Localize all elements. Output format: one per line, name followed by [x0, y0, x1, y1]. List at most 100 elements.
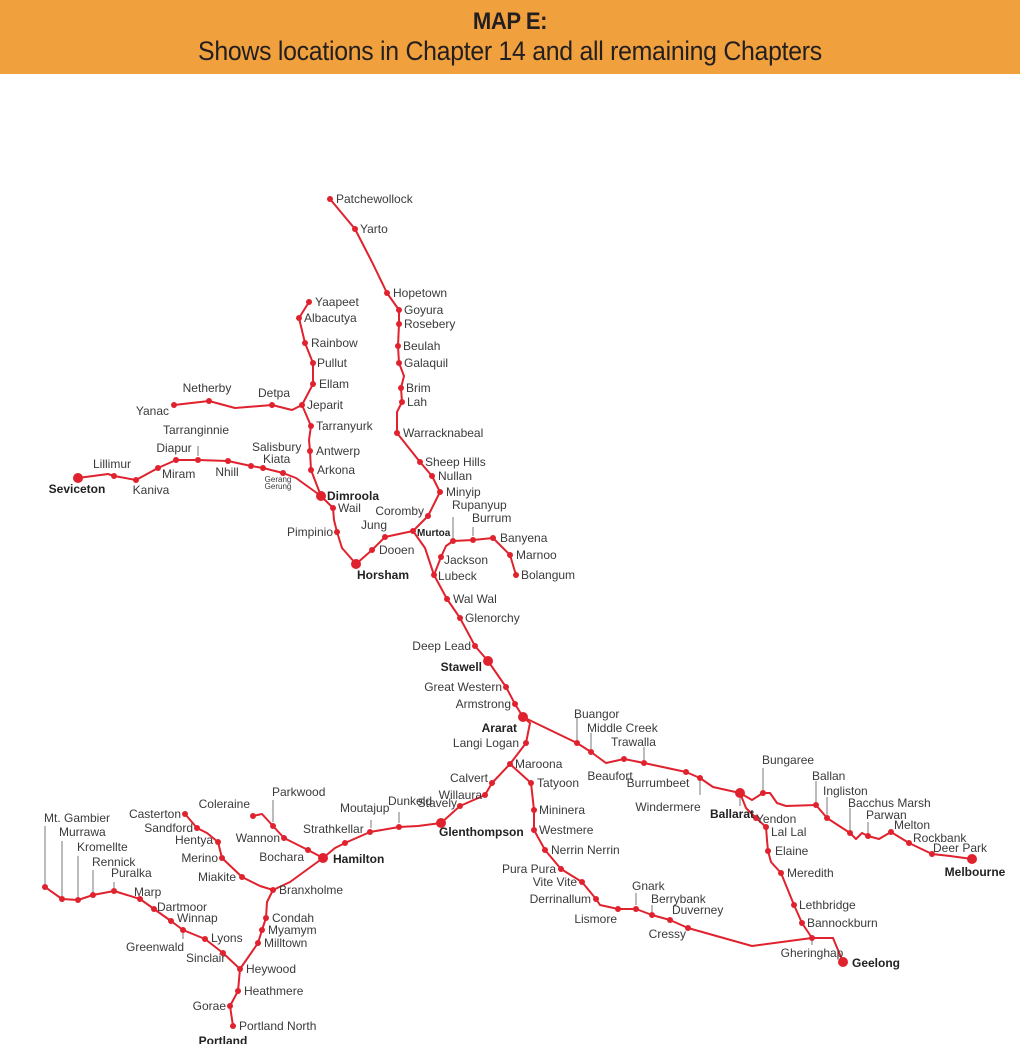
station-label: Kromellte [77, 840, 128, 854]
station-marker-miakite [239, 874, 245, 880]
station-label: Deer Park [933, 841, 988, 855]
station-marker-sandford [194, 825, 200, 831]
station-marker-yaapeet [306, 299, 312, 305]
station-marker-dooen [369, 547, 375, 553]
station-label: Beulah [403, 339, 440, 353]
station-label: Heywood [246, 962, 296, 976]
station-marker-mininera [531, 807, 537, 813]
major-town-label: Geelong [852, 956, 900, 970]
major-town-label: Melbourne [945, 865, 1006, 879]
station-marker-stawell [483, 656, 493, 666]
station-marker-rennick [90, 892, 96, 898]
station-marker-arkona [308, 467, 314, 473]
station-label: Heathmere [244, 984, 304, 998]
station-marker-minyip [437, 489, 443, 495]
station-label: Greenwald [126, 940, 184, 954]
station-label: Pullut [317, 356, 348, 370]
station-marker-hamilton [318, 853, 328, 863]
station-marker-dunkeld [396, 824, 402, 830]
major-town-label: Stawell [441, 660, 482, 674]
station-marker-antwerp [307, 448, 313, 454]
station-marker-meredith [778, 870, 784, 876]
station-label: Yarto [360, 222, 388, 236]
station-label: Hopetown [393, 286, 447, 300]
station-marker-buangor [574, 740, 580, 746]
station-label: Minyip [446, 485, 481, 499]
station-marker-westmere [531, 827, 537, 833]
station-marker-bolangum [513, 572, 519, 578]
station-marker-deeplead [472, 643, 478, 649]
station-marker-berrybank [649, 912, 655, 918]
station-marker-jeparit [299, 402, 305, 408]
station-label: Lal Lal [771, 825, 806, 839]
station-marker-willaura [482, 792, 488, 798]
station-label: Patchewollock [336, 192, 414, 206]
station-label: Cressy [649, 927, 686, 941]
station-marker-netherby [206, 398, 212, 404]
station-marker-wannon [281, 835, 287, 841]
station-marker-rockbank [906, 840, 912, 846]
station-marker-mtgambier [42, 884, 48, 890]
station-marker-goyura [396, 307, 402, 313]
station-marker-brim [398, 385, 404, 391]
station-marker-beaufort [621, 756, 627, 762]
station-marker-hopetown [384, 290, 390, 296]
station-label: Meredith [787, 866, 834, 880]
major-town-label: Hamilton [333, 852, 384, 866]
station-marker-bannockburn [799, 920, 805, 926]
station-label: Gheringhap [781, 946, 844, 960]
station-label: Hentya [175, 833, 213, 847]
station-marker-lyons [202, 936, 208, 942]
station-label: Kaniva [133, 483, 170, 497]
station-label: Lethbridge [799, 898, 856, 912]
station-label: Burrum [472, 511, 511, 525]
station-label: Brim [406, 381, 431, 395]
station-marker-ballarat [735, 788, 745, 798]
station-label: Jeparit [307, 398, 344, 412]
station-label: Calvert [450, 771, 489, 785]
station-marker-corombly [425, 513, 431, 519]
station-marker-rosebery [396, 321, 402, 327]
station-label: Deep Lead [412, 639, 471, 653]
station-marker-myamym [259, 927, 265, 933]
station-marker-milltown [255, 940, 261, 946]
station-marker-gheringhap [809, 935, 815, 941]
station-marker-miram [155, 465, 161, 471]
station-label: Arkona [317, 463, 355, 477]
station-marker-marnoo [507, 552, 513, 558]
station-label: Merino [181, 851, 218, 865]
station-label: Buangor [574, 707, 619, 721]
station-label: Puralka [111, 866, 152, 880]
station-label: Diapur [156, 441, 191, 455]
station-label: Burrumbeet [627, 776, 690, 790]
station-marker-windermere [697, 775, 703, 781]
station-label: Miakite [198, 870, 236, 884]
station-label: Glenorchy [465, 611, 520, 625]
station-marker-pimpinio [334, 529, 340, 535]
station-label: Myamym [268, 923, 317, 937]
station-label: Pura Pura [502, 862, 556, 876]
station-label: Moutajup [340, 801, 390, 815]
station-marker-pullut [310, 360, 316, 366]
station-marker-burrumbeet [683, 769, 689, 775]
station-marker-nullan [429, 473, 435, 479]
station-label: Wail [338, 501, 361, 515]
station-label: Gorae [193, 999, 227, 1013]
rail-line [173, 400, 303, 411]
station-marker-albacutya [296, 315, 302, 321]
station-marker-moutajup [367, 829, 373, 835]
station-marker-gnark [633, 906, 639, 912]
rail-map: Patchewollock Yarto Hopetown GoyuraRosebery… [42, 192, 1006, 1044]
station-label: Lah [407, 395, 427, 409]
station-label: Jung [361, 518, 387, 532]
station-label: Pimpinio [287, 525, 333, 539]
station-marker-derrinallum [593, 896, 599, 902]
station-marker-hentya [215, 839, 221, 845]
station-label: Antwerp [316, 444, 360, 458]
station-marker-ellam [310, 381, 316, 387]
station-label: Miram [162, 467, 195, 481]
station-label: Maroona [515, 757, 563, 771]
station-label: Murrawa [59, 825, 106, 839]
station-label: Winnap [177, 911, 218, 925]
station-marker-winnap [168, 918, 174, 924]
